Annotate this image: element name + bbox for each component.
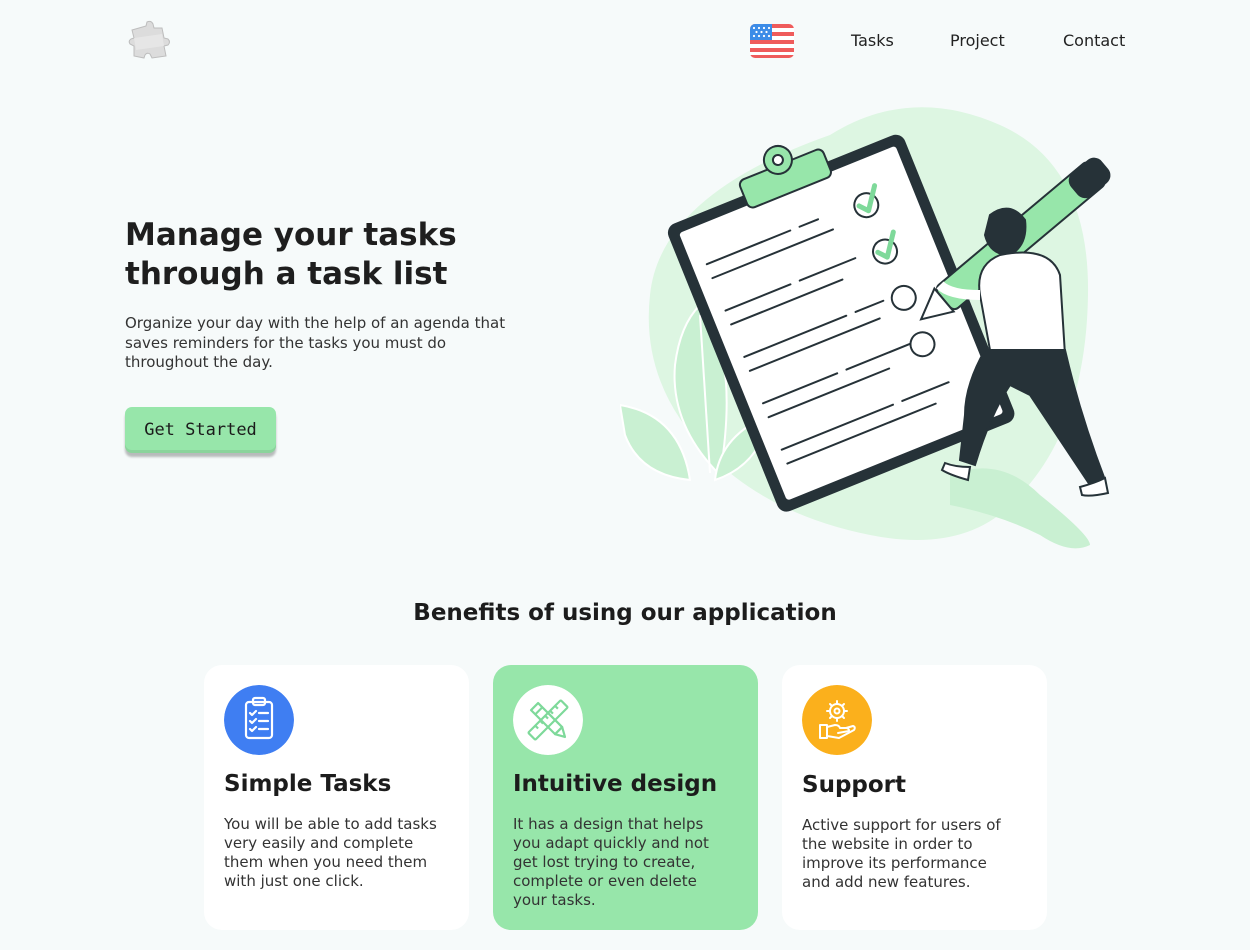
nav-link-tasks[interactable]: Tasks: [851, 31, 894, 50]
card-text: It has a design that helps you adapt qui…: [513, 815, 709, 909]
hero-title: Manage your tasks through a task list: [125, 216, 545, 294]
hero-description: Organize your day with the help of an ag…: [125, 314, 506, 371]
card-title: Intuitive design: [513, 771, 718, 797]
clipboard-checklist-illustration: [620, 107, 1111, 549]
nav-link-contact[interactable]: Contact: [1063, 31, 1125, 50]
benefit-card-support: Support Active support for users of the …: [782, 665, 1047, 930]
card-title: Support: [802, 772, 907, 798]
top-nav: Tasks Project Contact: [0, 0, 1250, 80]
puzzle-piece-icon[interactable]: [128, 20, 172, 62]
card-text: Active support for users of the website …: [802, 816, 1001, 891]
benefit-card-simple-tasks: Simple Tasks You will be able to add tas…: [204, 665, 469, 930]
hero-title-line-1: Manage your tasks: [125, 217, 457, 253]
support-hand-gear-icon: [802, 685, 872, 755]
pencil-ruler-icon: [513, 685, 583, 755]
hero-title-line-2: through a task list: [125, 256, 448, 292]
nav-link-project[interactable]: Project: [950, 31, 1005, 50]
us-flag-icon[interactable]: [750, 24, 794, 58]
benefits-title: Benefits of using our application: [413, 600, 837, 626]
card-title: Simple Tasks: [224, 771, 392, 797]
card-text: You will be able to add tasks very easil…: [224, 815, 437, 890]
benefit-card-intuitive-design: Intuitive design It has a design that he…: [493, 665, 758, 930]
get-started-button[interactable]: Get Started: [125, 407, 276, 453]
clipboard-checklist-icon: [224, 685, 294, 755]
